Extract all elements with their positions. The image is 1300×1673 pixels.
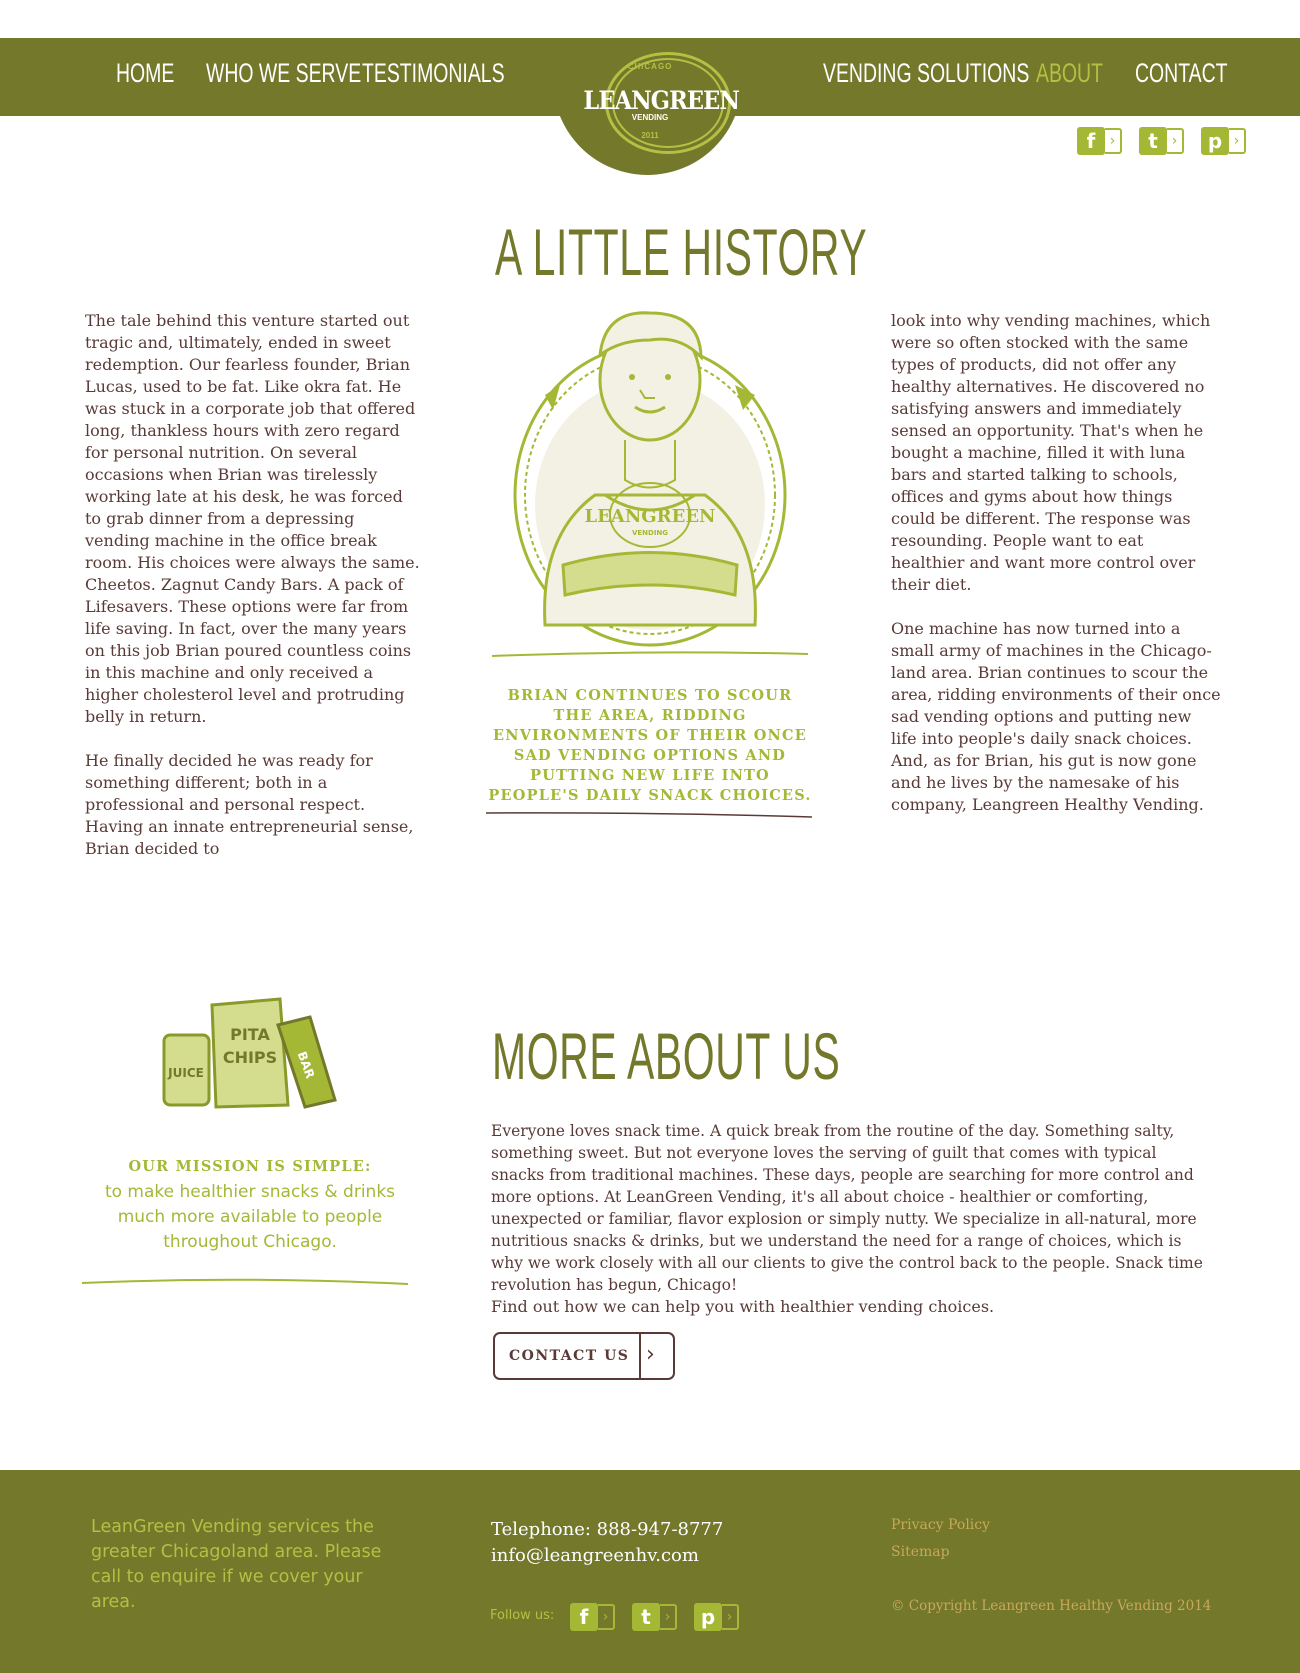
about-title: MORE ABOUT US [492,1019,841,1093]
facebook-icon: f [570,1603,598,1631]
header-pinterest-button[interactable]: p › [1201,127,1247,155]
nav-vending-solutions[interactable]: VENDING SOLUTIONS [823,58,1029,89]
history-caption: BRIAN CONTINUES TO SCOUR THE AREA, RIDDI… [488,687,812,804]
nav-testimonials[interactable]: TESTIMONIALS [362,58,505,89]
twitter-icon: t [632,1603,660,1631]
logo-subtitle: VENDING [631,113,669,122]
founder-illustration: LEANGREEN VENDING [513,311,787,647]
logo-wordmark[interactable]: LEANGREEN [583,86,740,115]
nav-who-we-serve[interactable]: WHO WE SERVE [206,58,361,89]
nav-about[interactable]: ABOUT [1036,58,1103,89]
pita-label: PITA [230,1025,270,1044]
find-out-text: Find out how we can help you with health… [491,1297,995,1316]
footer-contact: Telephone: 888-947-8777 info@leangreenhv… [491,1517,723,1569]
divider-bottom [485,812,813,818]
footer-sitemap-link[interactable]: Sitemap [891,1544,950,1560]
footer-service-text: LeanGreen Vending services the greater C… [91,1517,382,1612]
footer-telephone[interactable]: Telephone: 888-947-8777 [491,1517,723,1543]
chips-label: CHIPS [223,1048,277,1067]
chevron-right-icon: › [1229,128,1246,154]
logo-year: 2011 [641,131,659,140]
history-right-text: look into why vending machines, which we… [891,311,1221,814]
mission-body: to make healthier snacks & drinks much m… [104,1182,396,1252]
chevron-right-icon: › [646,1342,655,1367]
footer-email[interactable]: info@leangreenhv.com [491,1543,723,1569]
footer-twitter-button[interactable]: t › [632,1603,678,1631]
footer-copyright: © Copyright Leangreen Healthy Vending 20… [891,1598,1212,1614]
divider-top [491,651,809,657]
logo-city: CHICAGO [627,62,673,71]
header-twitter-button[interactable]: t › [1139,127,1185,155]
footer-pinterest-button[interactable]: p › [694,1603,740,1631]
snacks-illustration: JUICE PITA CHIPS BAR [162,997,337,1109]
nav-contact[interactable]: CONTACT [1135,58,1228,89]
twitter-icon: t [1139,127,1167,155]
shirt-logo-text: LEANGREEN [584,506,715,527]
pinterest-icon: p [1201,127,1229,155]
mission-divider [81,1278,409,1285]
contact-us-button[interactable]: CONTACT US › [493,1332,675,1380]
chevron-right-icon: › [1105,128,1122,154]
nav-home[interactable]: HOME [116,58,174,89]
footer-facebook-button[interactable]: f › [570,1603,616,1631]
footer-privacy-link[interactable]: Privacy Policy [891,1517,990,1533]
history-title: A LITTLE HISTORY [495,215,868,289]
juice-can-label: JUICE [167,1066,204,1080]
pinterest-icon: p [694,1603,722,1631]
about-body: Everyone loves snack time. A quick break… [491,1122,1203,1294]
chevron-right-icon: › [722,1604,739,1630]
footer-follow-label: Follow us: [490,1608,555,1623]
chevron-right-icon: › [660,1604,677,1630]
facebook-icon: f [1077,127,1105,155]
bar-label: BAR [295,1050,318,1081]
header-facebook-button[interactable]: f › [1077,127,1123,155]
chevron-right-icon: › [1167,128,1184,154]
button-divider [639,1334,641,1378]
chevron-right-icon: › [598,1604,615,1630]
shirt-logo-subtitle: VENDING [632,529,668,537]
mission-heading: OUR MISSION IS SIMPLE: [128,1158,372,1175]
history-left-text: The tale behind this venture started out… [85,311,420,858]
contact-us-label: CONTACT US [509,1348,630,1364]
